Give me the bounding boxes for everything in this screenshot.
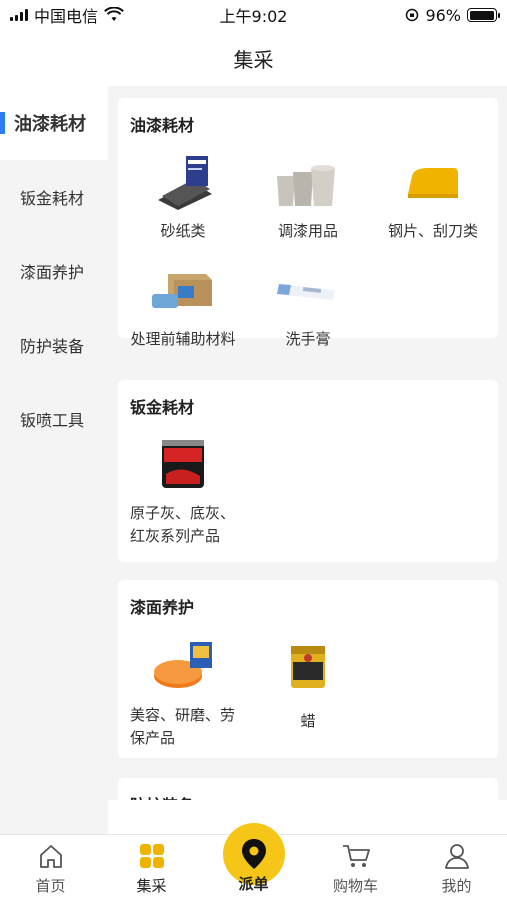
sidebar-item-label: 油漆耗材	[14, 114, 86, 135]
product-tile-pretreatment[interactable]: 处理前辅助材料	[120, 260, 246, 351]
sidebar-item-protective-gear[interactable]: 防护装备	[0, 308, 108, 382]
product-label: 洗手膏	[285, 330, 331, 348]
product-tile-hand-cleaner[interactable]: 洗手膏	[245, 260, 371, 351]
sidebar-item-paint-care[interactable]: 漆面养护	[0, 234, 108, 308]
tab-label: 首页	[35, 877, 66, 895]
sidebar-item-sheet-metal-consumables[interactable]: 钣金耗材	[0, 160, 108, 234]
nav-bar: 集采	[0, 30, 507, 86]
page-title: 集采	[233, 47, 274, 72]
status-right: 96%	[405, 5, 500, 25]
status-bar: 中国电信 上午9:02 96%	[0, 0, 507, 30]
polishing-pad-icon	[148, 636, 218, 696]
product-label: 调漆用品	[277, 222, 338, 240]
tab-procurement[interactable]: 集采	[101, 835, 202, 900]
sidebar-item-label: 漆面养护	[20, 263, 85, 282]
scraper-icon	[398, 152, 468, 212]
category-sidebar: 油漆耗材 钣金耗材 漆面养护 防护装备 钣喷工具	[0, 86, 108, 834]
tab-cart[interactable]: 购物车	[305, 835, 406, 900]
product-label-line: 红灰系列产品	[130, 527, 221, 545]
mixing-cups-icon	[273, 152, 343, 212]
hand-cleaner-icon	[273, 260, 343, 320]
product-tile-sandpaper[interactable]: 砂纸类	[120, 152, 246, 243]
grid-icon	[137, 841, 167, 871]
home-icon	[36, 841, 66, 871]
product-tile-polishing[interactable]: 美容、研磨、劳 保产品	[120, 636, 246, 750]
wax-tin-icon	[273, 636, 343, 696]
section-sheet-metal-consumables: 钣金耗材 原子灰、底灰、 红灰系列产品	[118, 380, 498, 562]
product-label: 处理前辅助材料	[130, 330, 236, 348]
putty-can-icon	[148, 434, 218, 494]
tab-label[interactable]: 派单	[203, 873, 304, 894]
sidebar-item-label: 钣金耗材	[20, 189, 85, 208]
section-title: 油漆耗材	[130, 116, 195, 135]
product-label-line: 美容、研磨、劳	[130, 706, 236, 724]
product-label: 砂纸类	[160, 222, 206, 240]
tab-home[interactable]: 首页	[0, 835, 101, 900]
product-tile-putty[interactable]: 原子灰、底灰、 红灰系列产品	[120, 434, 246, 548]
location-pin-icon	[242, 839, 266, 869]
product-label: 蜡	[300, 712, 316, 730]
section-paint-care: 漆面养护 美容、研磨、劳 保产品 蜡	[118, 580, 498, 758]
section-paint-consumables: 油漆耗材 砂纸类 调漆用品 钢片、刮刀类 处理前辅助材料 洗手膏	[118, 98, 498, 348]
sidebar-item-spray-tools[interactable]: 钣喷工具	[0, 382, 108, 456]
tab-profile[interactable]: 我的	[406, 835, 507, 900]
product-tile-wax[interactable]: 蜡	[245, 636, 371, 733]
tab-label: 我的	[441, 877, 472, 895]
sidebar-item-paint-consumables[interactable]: 油漆耗材	[0, 86, 108, 160]
cart-icon	[341, 841, 371, 871]
product-label-line: 保产品	[130, 729, 176, 747]
product-label: 钢片、刮刀类	[387, 222, 478, 240]
product-tile-scrapers[interactable]: 钢片、刮刀类	[370, 152, 496, 243]
section-protective-gear: 防护装备	[118, 778, 498, 800]
sidebar-item-label: 钣喷工具	[20, 411, 85, 430]
battery-fill	[469, 10, 494, 20]
orientation-lock-icon	[406, 8, 419, 22]
battery-percent: 96%	[425, 5, 461, 25]
section-title: 防护装备	[130, 792, 194, 800]
category-content[interactable]: 油漆耗材 砂纸类 调漆用品 钢片、刮刀类 处理前辅助材料 洗手膏 钣金耗材 原子…	[108, 86, 507, 800]
tab-label: 集采	[136, 877, 167, 895]
product-tile-mixing-supplies[interactable]: 调漆用品	[245, 152, 371, 243]
section-title: 漆面养护	[130, 598, 195, 617]
sidebar-item-label: 防护装备	[20, 337, 85, 356]
tab-label: 购物车	[332, 877, 378, 895]
battery-icon	[467, 8, 500, 22]
user-icon	[442, 841, 472, 871]
section-title: 钣金耗材	[130, 398, 195, 417]
tab-bar: 首页 集采 派单 购物车 我的	[0, 823, 507, 900]
product-label: 美容、研磨、劳 保产品	[120, 704, 235, 750]
product-label: 原子灰、底灰、 红灰系列产品	[120, 502, 235, 548]
pretreatment-box-icon	[148, 260, 218, 320]
product-label-line: 原子灰、底灰、	[130, 504, 236, 522]
sandpaper-icon	[148, 152, 218, 212]
